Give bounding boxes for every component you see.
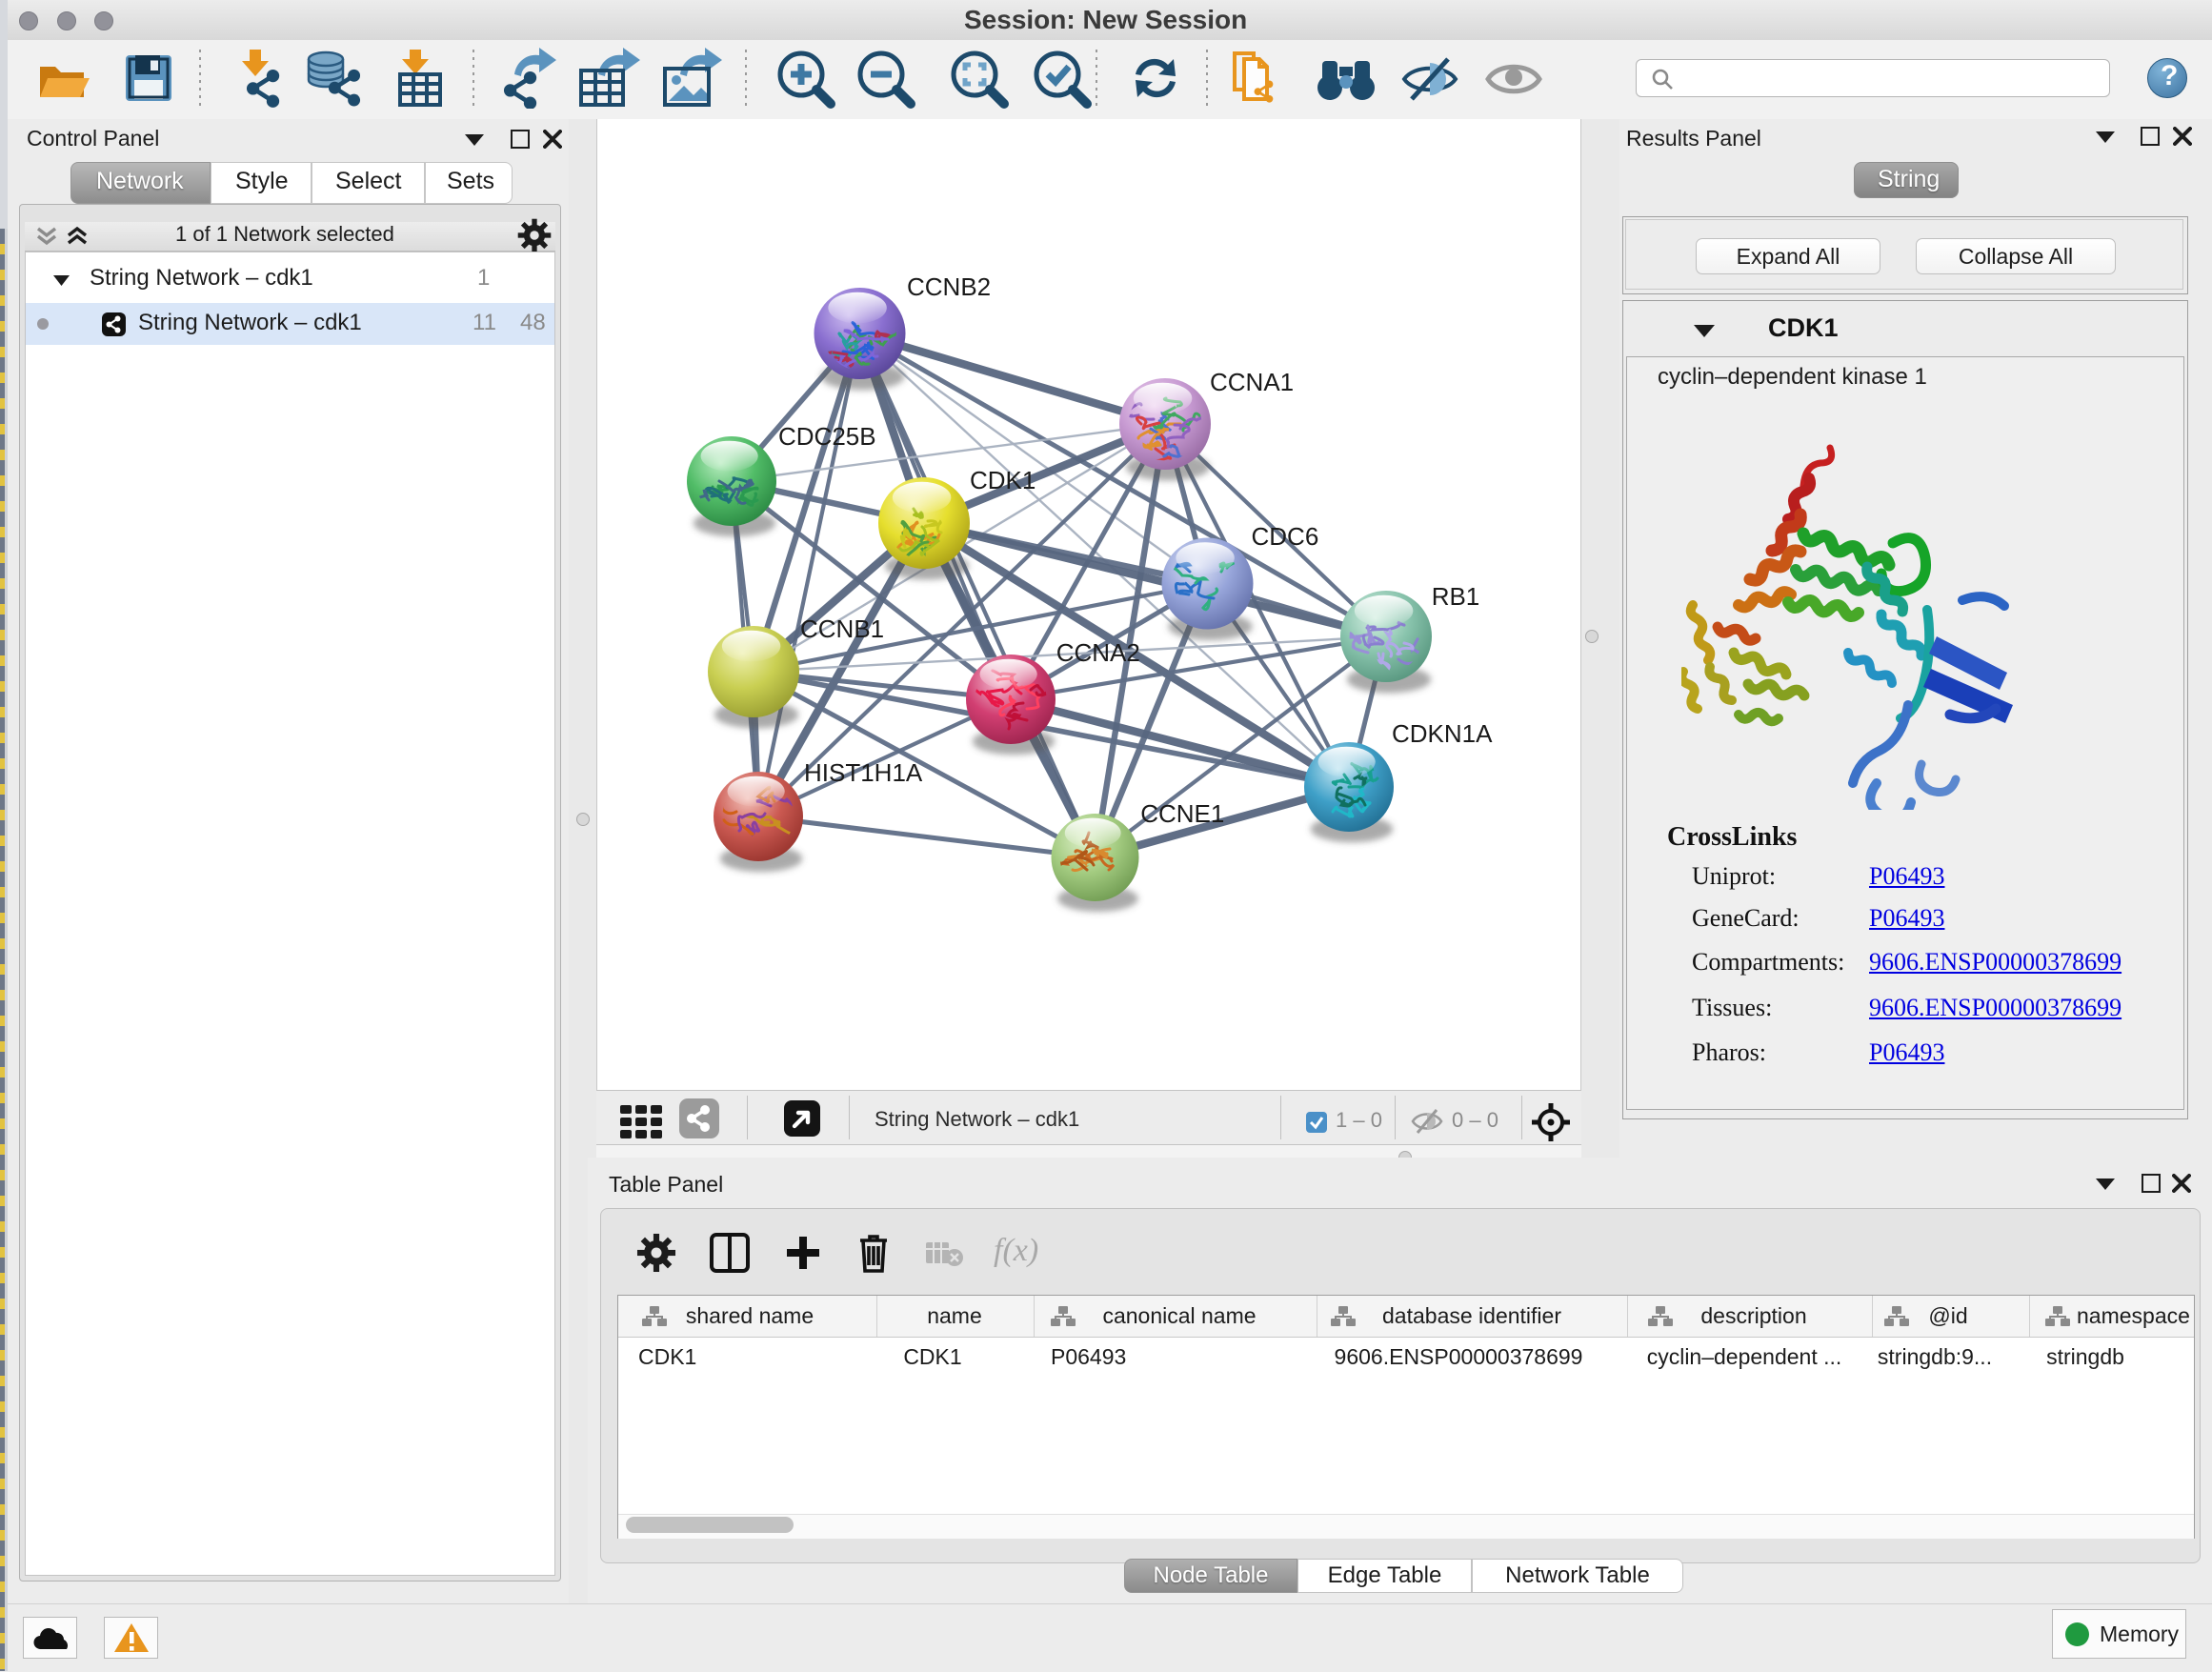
svg-text:CDC25B: CDC25B bbox=[778, 422, 876, 451]
svg-text:CCNB2: CCNB2 bbox=[907, 272, 991, 301]
svg-text:CCNE1: CCNE1 bbox=[1140, 799, 1224, 828]
svg-text:RB1: RB1 bbox=[1432, 582, 1480, 611]
svg-text:CDC6: CDC6 bbox=[1252, 522, 1319, 551]
svg-text:CCNA2: CCNA2 bbox=[1056, 638, 1140, 667]
svg-text:HIST1H1A: HIST1H1A bbox=[804, 758, 923, 787]
svg-text:CDKN1A: CDKN1A bbox=[1392, 719, 1493, 748]
svg-text:CCNB1: CCNB1 bbox=[800, 614, 884, 643]
svg-text:CCNA1: CCNA1 bbox=[1210, 368, 1294, 396]
svg-text:CDK1: CDK1 bbox=[970, 466, 1036, 494]
